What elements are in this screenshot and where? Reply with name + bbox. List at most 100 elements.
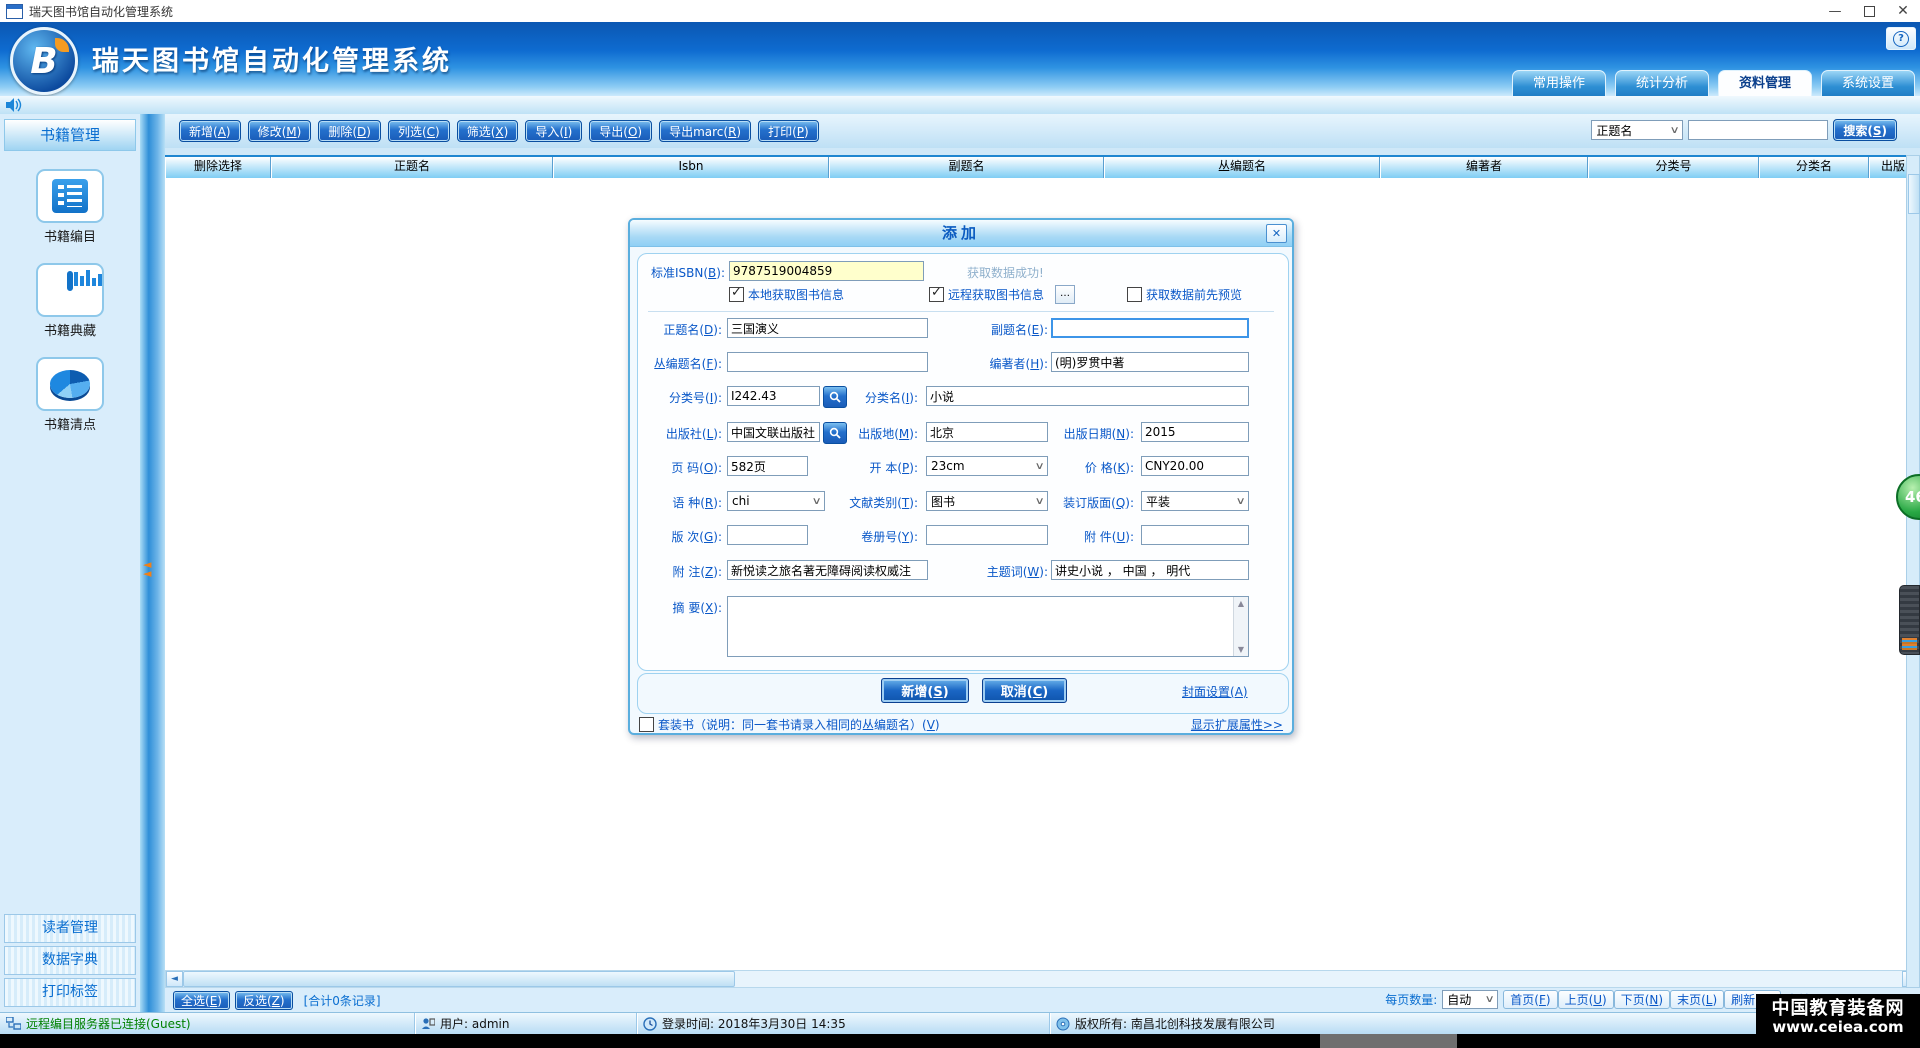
table-column-header[interactable]: 编著者 [1380, 157, 1588, 178]
sidebar-item-reader-management[interactable]: 读者管理 [4, 914, 136, 943]
textarea-scrollbar[interactable]: ▲▼ [1233, 597, 1248, 656]
toolbar-button[interactable]: 修改(M) [248, 120, 312, 142]
status-connection: 远程编目服务器已连接(Guest) [0, 1013, 415, 1035]
per-page-select[interactable]: 自动 ∨ [1442, 990, 1498, 1009]
series-title-input[interactable] [727, 352, 928, 372]
price-input[interactable] [1141, 456, 1249, 476]
sidebar-item-print-labels[interactable]: 打印标签 [4, 978, 136, 1007]
pages-input[interactable] [727, 456, 808, 476]
class-name-input[interactable] [926, 386, 1249, 406]
table-column-header[interactable]: Isbn [553, 157, 829, 178]
chevron-down-icon: ∨ [1670, 125, 1680, 136]
note-input[interactable] [727, 560, 928, 580]
sidebar-item-book-cataloging[interactable]: 书籍编目 [0, 169, 140, 245]
subtitle-input[interactable] [1051, 318, 1249, 338]
binding-label: 装订版面(Q): [1026, 494, 1134, 511]
table-column-header[interactable]: 丛编题名 [1104, 157, 1380, 178]
attachment-label: 附 件(U): [1026, 528, 1134, 545]
toolbar-button[interactable]: 列选(C) [388, 120, 450, 142]
vertical-scrollbar[interactable] [1906, 155, 1920, 988]
sidebar-item-data-dictionary[interactable]: 数据字典 [4, 946, 136, 975]
splitter-grip-icon[interactable]: ◄◄ [143, 560, 151, 578]
isbn-input[interactable] [729, 261, 924, 281]
inventory-icon [50, 370, 90, 398]
status-login-time: 登录时间: 2018年3月30日 14:35 [637, 1013, 1050, 1035]
scroll-left-icon[interactable]: ◄ [166, 971, 183, 987]
edition-label: 版 次(G): [630, 528, 722, 545]
main-title-input[interactable] [727, 318, 928, 338]
page-nav-button[interactable]: 首页(F) [1503, 990, 1557, 1009]
toolbar-button[interactable]: 新增(A) [179, 120, 241, 142]
help-icon[interactable]: ? [1886, 27, 1916, 50]
pub-place-label: 出版地(M): [810, 425, 918, 442]
dialog-cancel-button[interactable]: 取消(C) [982, 678, 1067, 703]
sub-header-strip [0, 96, 1920, 114]
show-extended-attrs-link[interactable]: 显示扩展属性>> [1191, 716, 1283, 733]
table-column-header[interactable]: 正题名 [271, 157, 553, 178]
vertical-scroll-thumb[interactable] [1908, 174, 1920, 214]
toolbar-button[interactable]: 导出marc(R) [659, 120, 751, 142]
tab-statistics[interactable]: 统计分析 [1615, 70, 1709, 97]
toolbar-button[interactable]: 导入(I) [525, 120, 582, 142]
toolbar-buttons: 新增(A)修改(M)删除(D)列选(C)筛选(X)导入(I)导出(O)导出mar… [179, 125, 826, 139]
tab-system-settings[interactable]: 系统设置 [1821, 70, 1915, 97]
table-column-header[interactable]: 分类号 [1588, 157, 1759, 178]
cover-settings-link[interactable]: 封面设置(A) [1182, 683, 1248, 700]
search-area: 正题名 ∨ 搜索(S) [1591, 119, 1904, 141]
select-all-button[interactable]: 全选(E) [173, 991, 230, 1010]
sidebar: 书籍管理 书籍编目 书籍典藏 书籍清点 读者管理 数据字典 打印标签 [0, 114, 141, 1012]
subject-input[interactable] [1051, 560, 1249, 580]
page-nav-button[interactable]: 下页(N) [1614, 990, 1670, 1009]
table-column-header[interactable]: 分类名 [1759, 157, 1869, 178]
book-set-checkbox[interactable]: 套装书（说明：同一套书请录入相同的丛编题名）(V) [639, 716, 940, 733]
pub-date-input[interactable] [1141, 422, 1249, 442]
horizontal-scrollbar[interactable]: ◄ ► [165, 970, 1920, 988]
invert-selection-button[interactable]: 反选(Z) [235, 991, 293, 1010]
dialog-add-button[interactable]: 新增(S) [881, 678, 969, 703]
preview-before-fetch-checkbox[interactable]: 获取数据前先预览 [1127, 286, 1242, 303]
checkbox-icon[interactable] [729, 287, 744, 302]
toolbar: 新增(A) 修改(M) 删除(D) 列选(C) 筛选(X) 导入(I) 导出(O) 导出mar… [165, 114, 1920, 148]
record-count-text: [合计0条记录] [304, 992, 381, 1009]
toolbar-button[interactable]: 筛选(X) [457, 120, 519, 142]
class-number-input[interactable] [727, 386, 820, 406]
speaker-icon[interactable] [6, 98, 22, 115]
remote-source-more-button[interactable]: … [1055, 285, 1075, 304]
toolbar-button[interactable]: 删除(D) [318, 120, 381, 142]
close-icon[interactable]: ✕ [1886, 0, 1920, 22]
binding-select[interactable]: 平装∨ [1141, 491, 1249, 511]
restore-icon[interactable] [1852, 0, 1886, 22]
toolbar-button[interactable]: 打印(P) [758, 120, 819, 142]
remote-fetch-checkbox[interactable]: 远程获取图书信息 [929, 286, 1044, 303]
table-column-header[interactable]: 删除选择 [165, 157, 271, 178]
horizontal-scroll-thumb[interactable] [183, 971, 735, 987]
window-titlebar: 瑞天图书馆自动化管理系统 — ✕ [0, 0, 1920, 23]
table-header-row: 删除选择正题名Isbn副题名丛编题名编著者分类号分类名出版 [165, 155, 1920, 178]
search-button[interactable]: 搜索(S) [1833, 119, 1897, 141]
sidebar-splitter[interactable]: ◄◄ [140, 114, 165, 1012]
table-column-header[interactable]: 副题名 [829, 157, 1104, 178]
search-input[interactable] [1688, 120, 1828, 140]
page-nav-button[interactable]: 上页(U) [1558, 990, 1614, 1009]
checkbox-icon[interactable] [639, 717, 654, 732]
page-nav-button[interactable]: 末页(L) [1670, 990, 1724, 1009]
sidebar-item-book-collection[interactable]: 书籍典藏 [0, 263, 140, 339]
checkbox-icon[interactable] [929, 287, 944, 302]
local-fetch-checkbox[interactable]: 本地获取图书信息 [729, 286, 844, 303]
cd-icon [1056, 1017, 1070, 1031]
dialog-close-icon[interactable]: ✕ [1266, 224, 1287, 243]
author-input[interactable] [1051, 352, 1249, 372]
dialog-footer-strip: 套装书（说明：同一套书请录入相同的丛编题名）(V) 显示扩展属性>> [637, 716, 1287, 733]
floating-slider-widget[interactable] [1899, 585, 1920, 655]
toolbar-button[interactable]: 导出(O) [589, 120, 652, 142]
tab-data-management[interactable]: 资料管理 [1718, 70, 1812, 97]
attachment-input[interactable] [1141, 525, 1249, 545]
sidebar-item-book-inventory[interactable]: 书籍清点 [0, 357, 140, 433]
checkbox-icon[interactable] [1127, 287, 1142, 302]
edition-input[interactable] [727, 525, 808, 545]
minimize-icon[interactable]: — [1818, 0, 1852, 22]
publisher-input[interactable] [727, 422, 820, 442]
tab-common-operations[interactable]: 常用操作 [1512, 70, 1606, 97]
abstract-textarea[interactable]: ▲▼ [727, 596, 1249, 657]
search-field-select[interactable]: 正题名 ∨ [1591, 120, 1683, 140]
